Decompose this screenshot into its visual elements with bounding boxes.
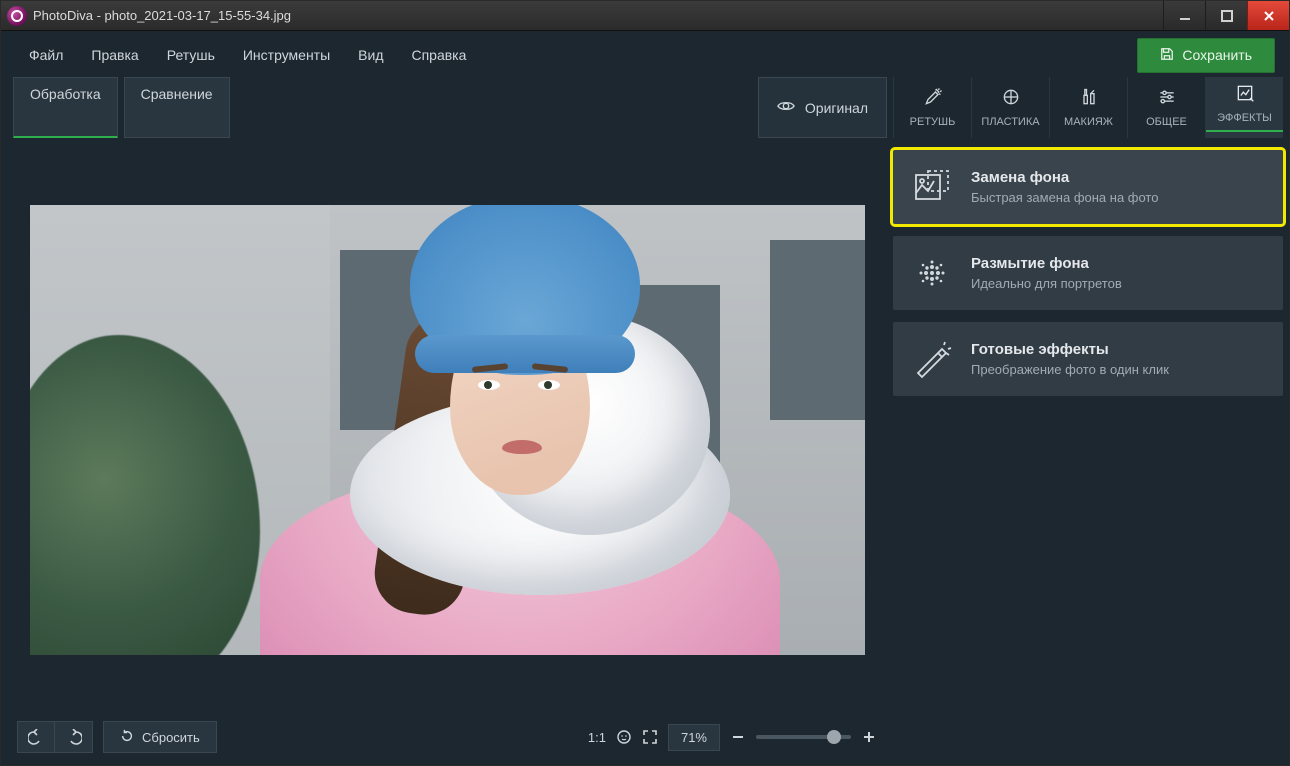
plastic-icon — [1001, 87, 1021, 110]
tab-processing[interactable]: Обработка — [13, 77, 118, 138]
canvas-viewport[interactable] — [7, 144, 887, 715]
undo-icon — [28, 729, 44, 745]
zoom-in-button[interactable] — [861, 729, 877, 745]
save-button[interactable]: Сохранить — [1137, 38, 1275, 73]
replace-bg-icon — [911, 166, 953, 208]
app-icon — [7, 6, 27, 26]
window-title: PhotoDiva - photo_2021-03-17_15-55-34.jp… — [33, 8, 291, 23]
window-controls — [1163, 1, 1289, 30]
menu-help[interactable]: Справка — [397, 41, 480, 69]
effect-subtitle: Быстрая замена фона на фото — [971, 190, 1158, 205]
photo-preview — [30, 205, 865, 655]
view-tabs: Обработка Сравнение — [7, 77, 230, 138]
tooltab-retouch-label: РЕТУШЬ — [910, 116, 956, 128]
titlebar: PhotoDiva - photo_2021-03-17_15-55-34.jp… — [1, 1, 1289, 31]
fullscreen-icon[interactable] — [642, 729, 658, 745]
zoom-value[interactable]: 71% — [668, 724, 720, 751]
tooltab-effects-label: ЭФФЕКТЫ — [1217, 112, 1272, 124]
blur-bg-icon — [911, 252, 953, 294]
bottom-toolbar: Сбросить 1:1 71% — [7, 715, 887, 759]
effects-panel: Замена фона Быстрая замена фона на фото — [893, 144, 1283, 759]
maximize-button[interactable] — [1205, 1, 1247, 30]
toolbar-row: Обработка Сравнение Оригинал РЕТУШЬ ПЛАС… — [7, 77, 1283, 138]
save-label: Сохранить — [1182, 47, 1252, 63]
effect-title: Готовые эффекты — [971, 341, 1169, 358]
tab-compare[interactable]: Сравнение — [124, 77, 230, 138]
effect-subtitle: Преображение фото в один клик — [971, 362, 1169, 377]
tooltab-makeup[interactable]: МАКИЯЖ — [1049, 77, 1127, 138]
app-body: Файл Правка Ретушь Инструменты Вид Справ… — [1, 31, 1289, 765]
minimize-button[interactable] — [1163, 1, 1205, 30]
tooltab-plastic-label: ПЛАСТИКА — [981, 116, 1039, 128]
effect-subtitle: Идеально для портретов — [971, 276, 1122, 291]
main-row: Сбросить 1:1 71% — [7, 144, 1283, 759]
tooltab-general[interactable]: ОБЩЕЕ — [1127, 77, 1205, 138]
tooltab-retouch[interactable]: РЕТУШЬ — [893, 77, 971, 138]
effect-title: Размытие фона — [971, 255, 1122, 272]
zoom-slider[interactable] — [756, 735, 851, 739]
menu-edit[interactable]: Правка — [77, 41, 152, 69]
menu-file[interactable]: Файл — [15, 41, 77, 69]
canvas-area: Сбросить 1:1 71% — [7, 144, 887, 759]
reset-icon — [120, 729, 134, 746]
effects-icon — [1235, 83, 1255, 106]
effect-card-presets[interactable]: Готовые эффекты Преображение фото в один… — [893, 322, 1283, 396]
zoom-out-button[interactable] — [730, 729, 746, 745]
eye-icon — [777, 99, 795, 116]
menu-bar: Файл Правка Ретушь Инструменты Вид Справ… — [7, 37, 1283, 73]
tool-tabs: РЕТУШЬ ПЛАСТИКА МАКИЯЖ ОБЩЕЕ ЭФФЕКТЫ — [893, 77, 1283, 138]
menu-view[interactable]: Вид — [344, 41, 397, 69]
original-label: Оригинал — [805, 100, 868, 116]
zoom-ratio-label[interactable]: 1:1 — [588, 730, 606, 745]
effect-title: Замена фона — [971, 169, 1158, 186]
zoom-slider-thumb[interactable] — [827, 730, 841, 744]
redo-button[interactable] — [55, 721, 93, 753]
tooltab-effects[interactable]: ЭФФЕКТЫ — [1205, 77, 1283, 138]
app-window: PhotoDiva - photo_2021-03-17_15-55-34.jp… — [0, 0, 1290, 766]
redo-icon — [66, 729, 82, 745]
menu-retouch[interactable]: Ретушь — [153, 41, 229, 69]
effect-card-replace-bg[interactable]: Замена фона Быстрая замена фона на фото — [893, 150, 1283, 224]
undo-button[interactable] — [17, 721, 55, 753]
face-detect-icon[interactable] — [616, 729, 632, 745]
original-toggle[interactable]: Оригинал — [758, 77, 887, 138]
close-button[interactable] — [1247, 1, 1289, 30]
general-icon — [1157, 87, 1177, 110]
tooltab-plastic[interactable]: ПЛАСТИКА — [971, 77, 1049, 138]
tooltab-general-label: ОБЩЕЕ — [1146, 116, 1187, 128]
effect-card-blur-bg[interactable]: Размытие фона Идеально для портретов — [893, 236, 1283, 310]
menu-tools[interactable]: Инструменты — [229, 41, 344, 69]
retouch-icon — [923, 87, 943, 110]
presets-icon — [911, 338, 953, 380]
tooltab-makeup-label: МАКИЯЖ — [1064, 116, 1113, 128]
makeup-icon — [1079, 87, 1099, 110]
reset-label: Сбросить — [142, 730, 200, 745]
reset-button[interactable]: Сбросить — [103, 721, 217, 753]
save-icon — [1160, 47, 1174, 64]
